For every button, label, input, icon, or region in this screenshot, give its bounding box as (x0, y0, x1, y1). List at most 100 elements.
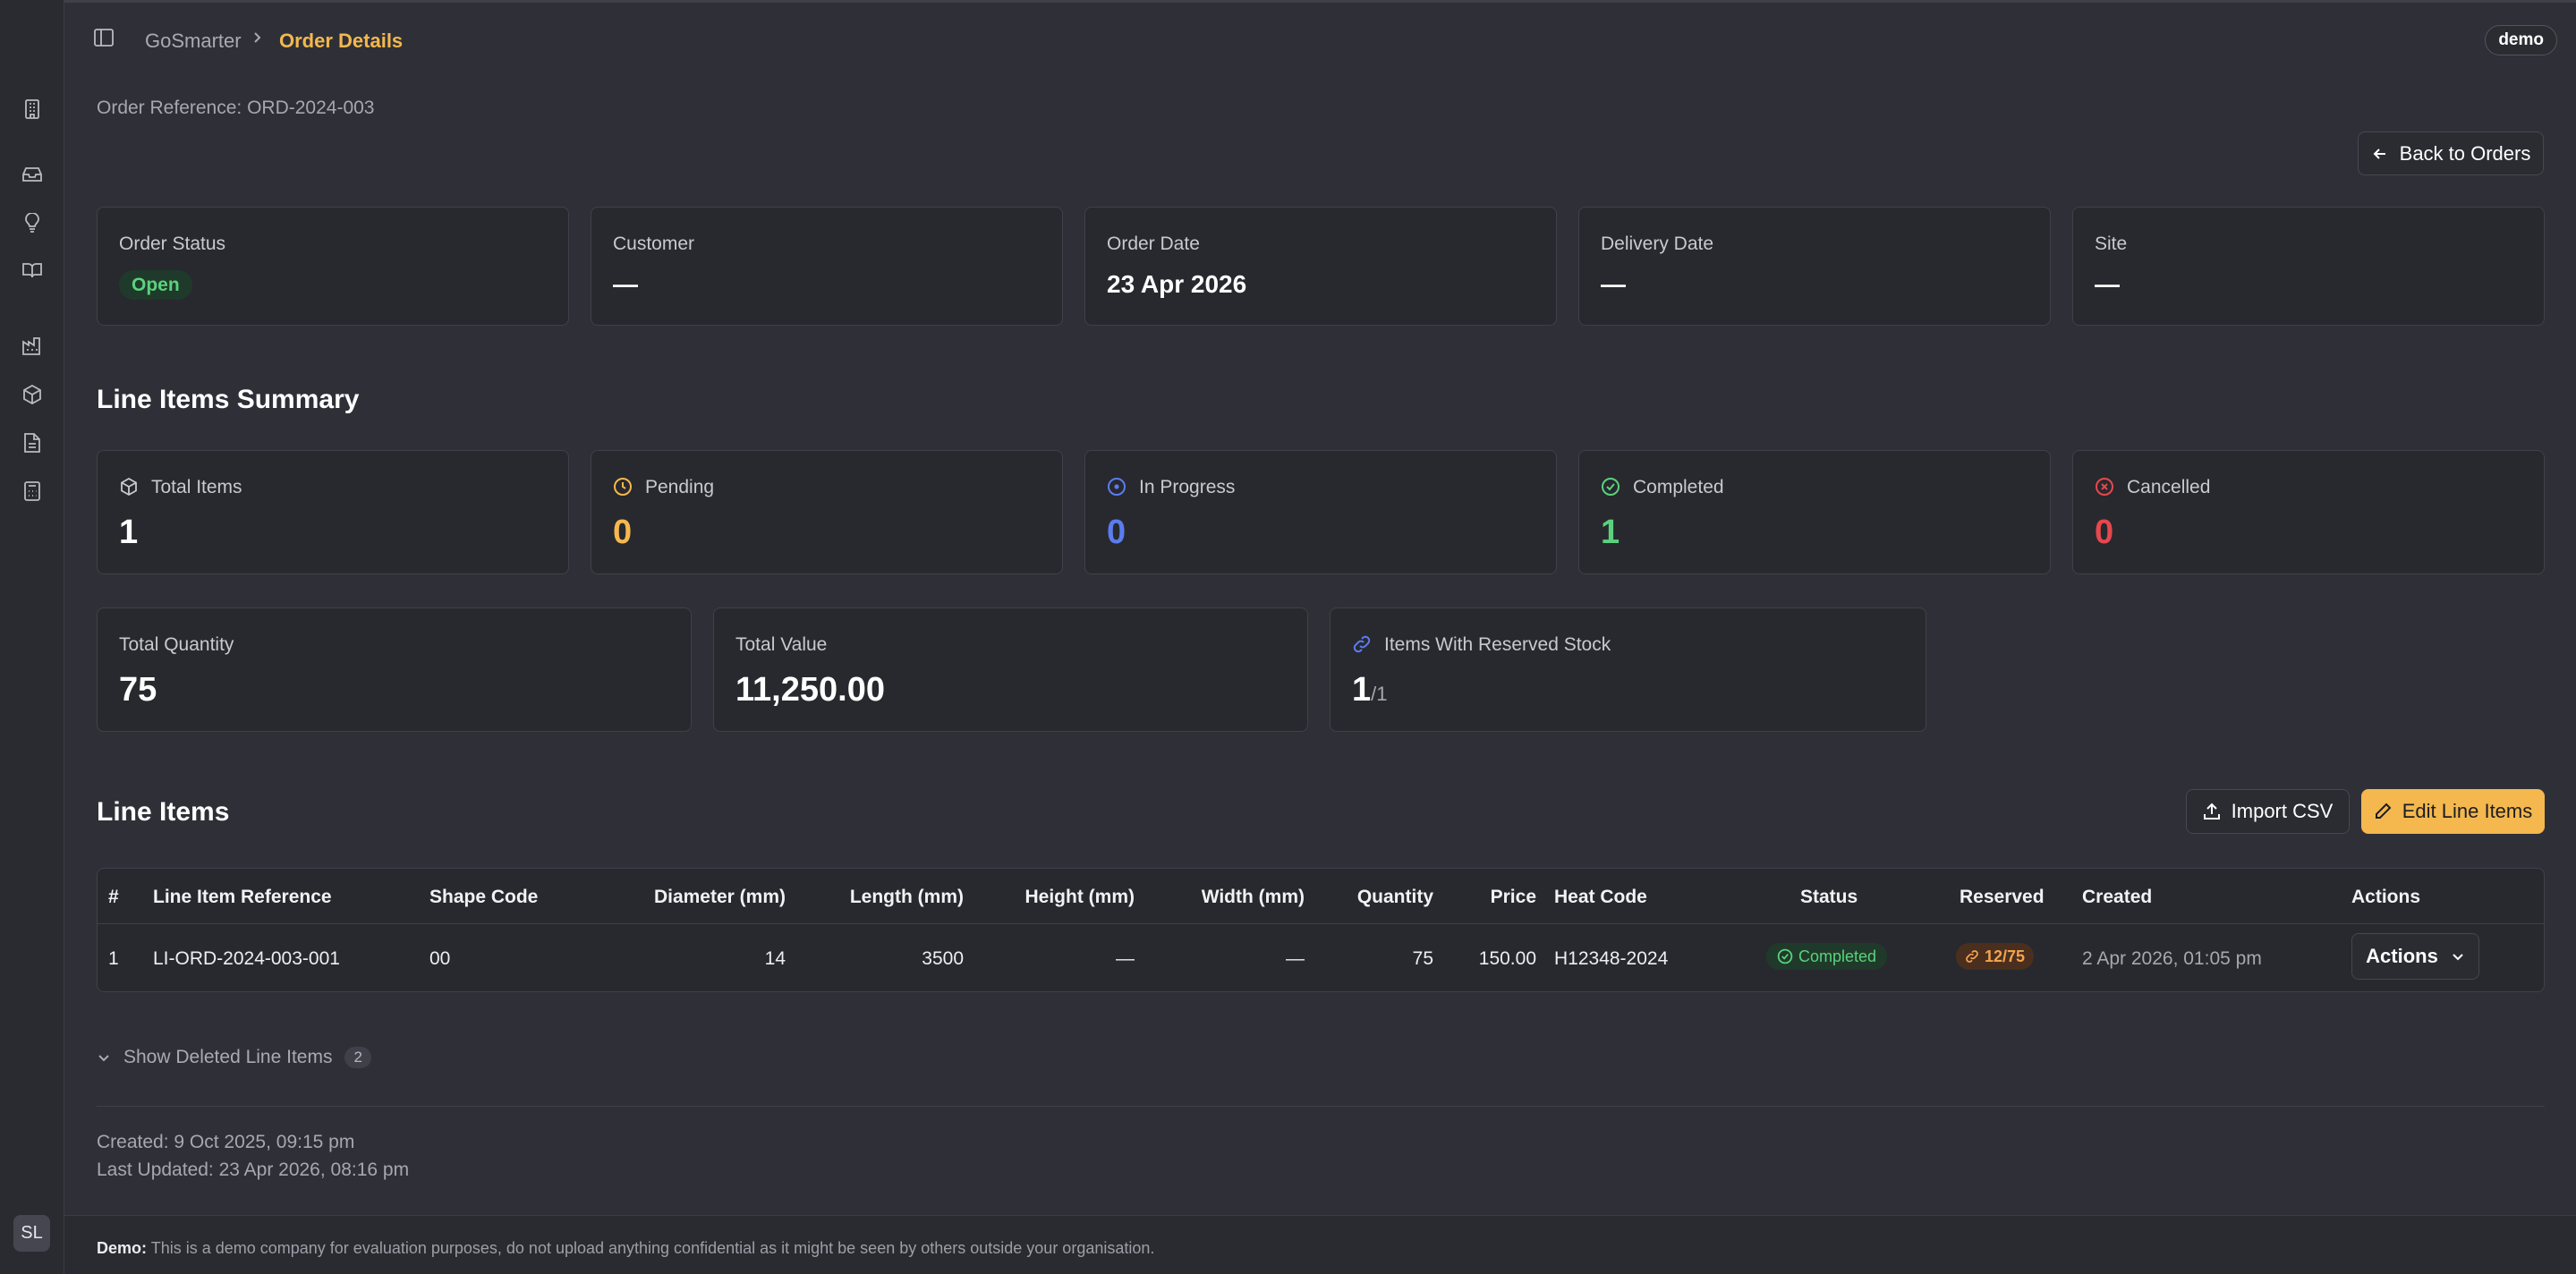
stat-value: 0 (613, 514, 633, 551)
calculator-icon[interactable] (21, 480, 43, 502)
user-badge[interactable]: demo (2485, 25, 2557, 55)
site-card: Site — (2072, 207, 2545, 326)
clock-icon (613, 477, 634, 498)
avatar-initials: SL (21, 1223, 43, 1243)
column-header: Heat Code (1554, 887, 1647, 907)
show-deleted-label: Show Deleted Line Items (123, 1047, 333, 1067)
column-header: Quantity (1356, 887, 1433, 907)
customer-card: Customer — (591, 207, 1063, 326)
circle-dot-icon (1107, 477, 1128, 498)
stat-label: In Progress (1139, 477, 1236, 497)
created-meta: Created: 9 Oct 2025, 09:15 pm (97, 1132, 355, 1152)
line-items-title: Line Items (97, 797, 230, 827)
footer-text: Demo: This is a demo company for evaluat… (97, 1239, 1154, 1258)
reserved-label: 12/75 (1985, 947, 2026, 965)
divider (97, 1106, 2545, 1107)
column-header: Width (mm) (1201, 887, 1305, 907)
price: 150.00 (1478, 948, 1536, 969)
column-header: Line Item Reference (153, 887, 332, 907)
pending-card: Pending 0 (591, 450, 1063, 574)
reserved-stock-card: Items With Reserved Stock 1/1 (1330, 607, 1926, 732)
avatar[interactable]: SL (13, 1215, 50, 1252)
updated-meta: Last Updated: 23 Apr 2026, 08:16 pm (97, 1159, 410, 1180)
line-items-table: # Line Item Reference Shape Code Diamete… (97, 868, 2545, 992)
chevron-down-icon (2451, 949, 2465, 964)
building-icon[interactable] (21, 98, 43, 120)
factory-icon[interactable] (21, 335, 43, 357)
stat-label: Total Value (735, 634, 828, 655)
import-csv-button[interactable]: Import CSV (2186, 789, 2350, 834)
cancelled-card: Cancelled 0 (2072, 450, 2545, 574)
column-header: # (108, 887, 119, 907)
stat-label: Cancelled (2127, 477, 2211, 497)
show-deleted-toggle[interactable]: Show Deleted Line Items 2 (97, 1047, 371, 1068)
card-label: Customer (613, 234, 695, 254)
order-status-card: Order Status Open (97, 207, 569, 326)
top-bar: GoSmarter Order Details demo (64, 0, 2576, 75)
status-badge: Open (119, 270, 192, 300)
check-circle-icon (1777, 948, 1793, 964)
stat-value: 0 (2095, 514, 2114, 551)
document-icon[interactable] (21, 432, 43, 454)
total-items-card: Total Items 1 (97, 450, 569, 574)
row-actions-button[interactable]: Actions (2351, 933, 2479, 980)
stat-value: 1/1 (1352, 671, 1388, 709)
column-header: Created (2082, 887, 2153, 907)
reserved-badge: 12/75 (1956, 943, 2035, 970)
stat-value: 75 (119, 671, 157, 709)
completed-card: Completed 1 (1578, 450, 2051, 574)
column-header: Length (mm) (849, 887, 964, 907)
sidebar-rail: SL (0, 0, 64, 1274)
book-icon[interactable] (21, 259, 43, 281)
back-button-label: Back to Orders (2399, 141, 2531, 165)
breadcrumb-current: Order Details (279, 30, 404, 52)
status-badge: Completed (1766, 943, 1888, 970)
shape-code: 00 (429, 948, 451, 969)
card-label: Delivery Date (1601, 234, 1714, 254)
edit-line-items-button[interactable]: Edit Line Items (2361, 789, 2545, 834)
order-date-card: Order Date 23 Apr 2026 (1084, 207, 1557, 326)
card-label: Site (2095, 234, 2128, 254)
demo-footer: Demo: This is a demo company for evaluat… (64, 1215, 2576, 1274)
delivery-date-card: Delivery Date — (1578, 207, 2051, 326)
heat-code: H12348-2024 (1554, 948, 1669, 969)
lightbulb-icon[interactable] (21, 212, 43, 234)
width: — (1286, 948, 1305, 969)
status-label: Completed (1798, 947, 1877, 965)
length: 3500 (922, 948, 964, 969)
card-value: — (1601, 270, 1626, 298)
diameter: 14 (764, 948, 786, 969)
box-icon[interactable] (21, 384, 43, 405)
column-header: Reserved (1960, 887, 2045, 907)
back-to-orders-button[interactable]: Back to Orders (2358, 132, 2544, 175)
quantity: 75 (1412, 948, 1433, 969)
stat-label: Items With Reserved Stock (1384, 634, 1611, 655)
breadcrumb-root[interactable]: GoSmarter (145, 30, 242, 53)
height: — (1116, 948, 1135, 969)
in-progress-card: In Progress 0 (1084, 450, 1557, 574)
stat-label: Total Quantity (119, 634, 234, 655)
row-number: 1 (108, 948, 119, 969)
link-icon (1965, 949, 1979, 964)
footer-label: Demo: (97, 1239, 148, 1257)
inbox-icon[interactable] (21, 164, 43, 185)
stat-label: Total Items (151, 477, 242, 497)
check-circle-icon (1601, 477, 1622, 498)
created-date: 2 Apr 2026, 01:05 pm (2082, 948, 2262, 969)
actions-label: Actions (2366, 945, 2438, 967)
chevron-down-icon (97, 1050, 111, 1065)
total-quantity-card: Total Quantity 75 (97, 607, 692, 732)
deleted-count-badge: 2 (344, 1047, 371, 1068)
column-header: Price (1490, 887, 1536, 907)
card-value: — (2095, 270, 2120, 298)
import-csv-label: Import CSV (2231, 800, 2334, 822)
pencil-icon (2374, 803, 2392, 820)
stat-value: 1 (1601, 514, 1620, 551)
stat-value: 11,250.00 (735, 671, 885, 709)
sidebar-toggle-icon[interactable] (94, 28, 115, 49)
column-header: Actions (2351, 887, 2421, 907)
column-header: Diameter (mm) (653, 887, 786, 907)
table-header: # Line Item Reference Shape Code Diamete… (98, 869, 2544, 924)
upload-icon (2203, 803, 2221, 820)
card-value: 23 Apr 2026 (1107, 270, 1247, 298)
